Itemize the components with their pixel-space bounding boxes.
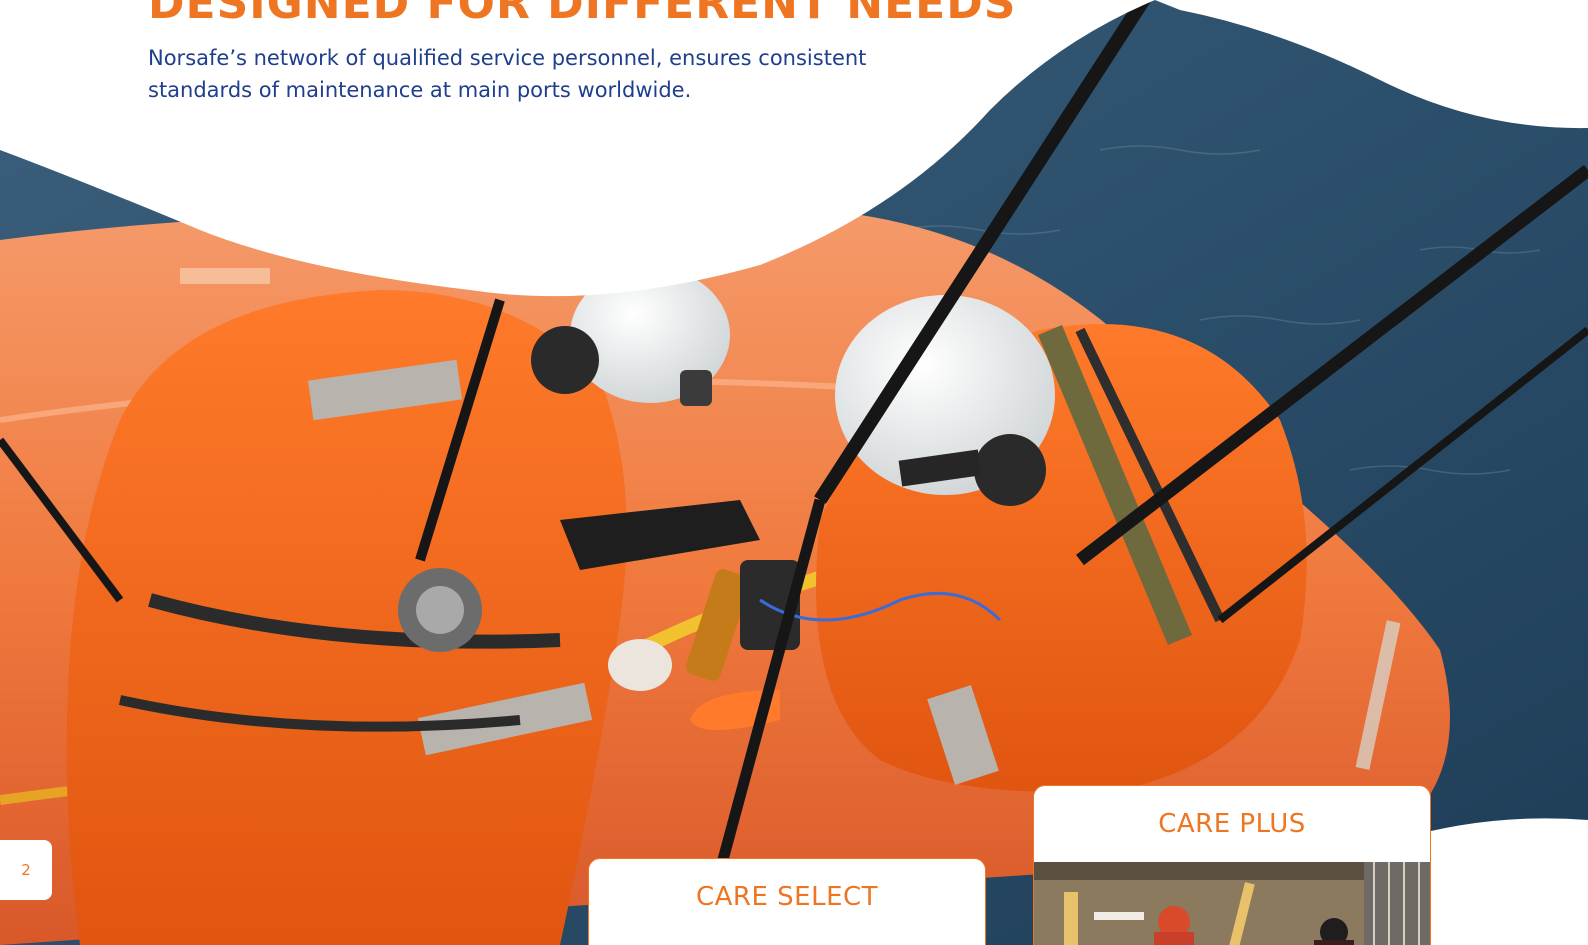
page-number: 2 <box>0 840 52 900</box>
brochure-page: DESIGNED FOR DIFFERENT NEEDS Norsafe’s n… <box>0 0 1588 945</box>
intro-paragraph: Norsafe’s network of qualified service p… <box>148 46 867 102</box>
care-select-title: CARE SELECT <box>695 882 879 912</box>
care-plus-thumbnail <box>1034 862 1430 945</box>
care-select-card[interactable]: CARE SELECT <box>588 858 986 945</box>
page-heading: DESIGNED FOR DIFFERENT NEEDS <box>148 0 1017 29</box>
care-plus-title: CARE PLUS <box>1158 809 1306 839</box>
care-plus-card[interactable]: CARE PLUS <box>1033 785 1431 945</box>
